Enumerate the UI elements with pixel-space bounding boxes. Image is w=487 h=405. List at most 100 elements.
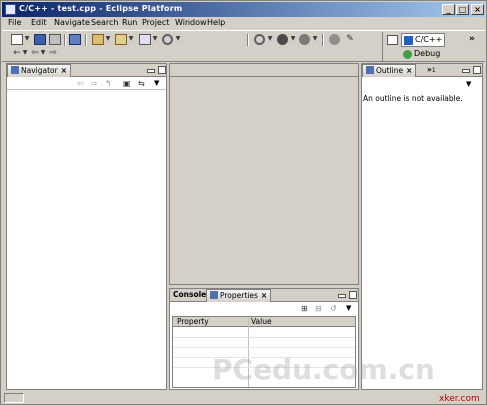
- close-icon[interactable]: ×: [61, 66, 67, 75]
- chevron-down-icon[interactable]: ▼: [24, 34, 30, 44]
- cpp-project-icon[interactable]: [92, 34, 104, 45]
- menu-search[interactable]: Search: [91, 18, 118, 27]
- chevron-down-icon[interactable]: ▼: [312, 34, 318, 44]
- menu-project[interactable]: Project: [142, 18, 169, 27]
- minimize-view-icon[interactable]: [147, 69, 155, 73]
- folder-icon[interactable]: [115, 34, 127, 45]
- close-icon[interactable]: ×: [406, 66, 412, 75]
- outline-tab-label: Outline: [376, 66, 404, 75]
- column-header-property[interactable]: Property: [177, 317, 209, 327]
- collapse-all-icon[interactable]: ▣: [123, 79, 131, 88]
- tab-properties[interactable]: Properties ×: [206, 289, 272, 302]
- outline-icon: [366, 66, 374, 74]
- perspective-cpp-label: C/C++: [415, 35, 443, 44]
- tab-outline[interactable]: Outline ×: [362, 64, 417, 77]
- menu-window[interactable]: Window: [175, 18, 207, 27]
- maximize-button[interactable]: □: [456, 4, 469, 15]
- editor-area: [169, 63, 359, 285]
- minimize-view-icon[interactable]: [462, 69, 470, 73]
- chevron-down-icon[interactable]: ▼: [128, 34, 134, 44]
- run-icon[interactable]: [277, 34, 288, 45]
- navigator-toolbar: ⇦ ⇨ ↰ ▣ ⇆ ▼: [7, 77, 166, 90]
- restore-default-icon[interactable]: ↺: [330, 304, 337, 313]
- save-icon[interactable]: [34, 34, 46, 45]
- table-row: [173, 337, 355, 338]
- debug-icon[interactable]: [254, 34, 265, 45]
- tab-console[interactable]: Console: [170, 289, 209, 302]
- refresh-icon[interactable]: [162, 34, 173, 45]
- menu-file[interactable]: File: [8, 18, 21, 27]
- categories-icon[interactable]: ⊞: [301, 304, 308, 313]
- outline-view: Outline × »1 ▼ An outline is not availabl…: [361, 63, 483, 390]
- menu-edit[interactable]: Edit: [31, 18, 47, 27]
- minimize-button[interactable]: _: [442, 4, 455, 15]
- external-tools-icon[interactable]: [299, 34, 310, 45]
- link-editor-icon[interactable]: ⇆: [138, 79, 145, 88]
- eclipse-window: C/C++ - test.cpp - Eclipse Platform _ □ …: [0, 0, 487, 405]
- close-icon[interactable]: ×: [261, 291, 267, 300]
- editor-header: [170, 64, 358, 77]
- view-menu-icon[interactable]: ▼: [346, 304, 351, 312]
- chevron-down-icon[interactable]: ▼: [290, 34, 296, 44]
- status-line: [26, 393, 481, 403]
- maximize-view-icon[interactable]: [349, 291, 357, 299]
- open-type-icon[interactable]: ✎: [344, 34, 356, 45]
- build-icon[interactable]: [139, 34, 151, 45]
- maximize-view-icon[interactable]: [473, 66, 481, 74]
- up-icon[interactable]: ↰: [105, 79, 112, 88]
- status-bar: [2, 392, 485, 404]
- open-perspective-icon[interactable]: [387, 35, 398, 45]
- properties-toolbar: ⊞ ⊟ ↺ ▼: [170, 302, 358, 316]
- navigator-icon: [11, 66, 19, 74]
- outline-message: An outline is not available.: [363, 94, 463, 103]
- chevron-down-icon[interactable]: ▼: [267, 34, 273, 44]
- perspective-cpp[interactable]: C/C++: [401, 33, 445, 47]
- forward-icon[interactable]: ⇨: [91, 79, 98, 88]
- chevron-down-icon[interactable]: ▼: [152, 34, 158, 44]
- view-menu-icon[interactable]: ▼: [466, 80, 471, 88]
- save-all-icon[interactable]: [69, 34, 81, 45]
- hidden-views-count: 1: [431, 67, 436, 74]
- properties-tab-label: Properties: [220, 291, 258, 300]
- navigator-tab-label: Navigator: [21, 66, 58, 75]
- menu-bar: File Edit Navigate Search Run Project Wi…: [2, 17, 485, 30]
- hidden-views-chevron[interactable]: »1: [424, 64, 439, 77]
- chevron-down-icon[interactable]: ▼: [105, 34, 111, 44]
- view-menu-icon[interactable]: ▼: [154, 79, 159, 87]
- column-header-value[interactable]: Value: [251, 317, 272, 327]
- maximize-view-icon[interactable]: [158, 66, 166, 74]
- tab-navigator[interactable]: Navigator ×: [7, 64, 71, 77]
- site-watermark: xker.com: [439, 394, 480, 404]
- title-bar: C/C++ - test.cpp - Eclipse Platform _ □ …: [2, 2, 485, 17]
- table-row: [173, 347, 355, 348]
- toolbar-separator: [322, 34, 324, 46]
- eclipse-icon: [5, 4, 16, 15]
- menu-navigate[interactable]: Navigate: [54, 18, 90, 27]
- navigator-header: Navigator ×: [7, 64, 166, 77]
- chevron-down-icon[interactable]: ▼: [175, 34, 181, 44]
- search-icon[interactable]: [329, 34, 340, 45]
- window-title: C/C++ - test.cpp - Eclipse Platform: [19, 4, 183, 13]
- chevron-down-icon[interactable]: ▼: [22, 48, 28, 58]
- watermark-text: PCedu.com.cn: [212, 353, 435, 386]
- menu-run[interactable]: Run: [122, 18, 137, 27]
- chevron-down-icon[interactable]: ▼: [40, 48, 46, 58]
- toolbar-separator: [64, 34, 66, 46]
- advanced-icon[interactable]: ⊟: [315, 304, 322, 313]
- back-icon[interactable]: ⇦: [77, 79, 84, 88]
- more-perspectives-icon[interactable]: »: [469, 34, 475, 44]
- perspective-debug[interactable]: Debug: [401, 48, 451, 60]
- toolbar-separator: [85, 34, 87, 46]
- print-icon[interactable]: [49, 34, 61, 45]
- last-edit-icon[interactable]: ⇨: [47, 48, 59, 59]
- fast-view-bar[interactable]: [4, 393, 24, 403]
- minimize-view-icon[interactable]: [338, 294, 346, 298]
- table-header: Property Value: [173, 317, 355, 327]
- bottom-header: Console Properties ×: [170, 289, 358, 302]
- close-button[interactable]: ×: [471, 4, 484, 15]
- main-toolbar: ▼ ▼ ▼ ▼ ▼ ▼ ▼ ▼ ✎ ← ▼ ⇦ ▼ ⇨ C/C++ Debug …: [2, 30, 485, 62]
- menu-help[interactable]: Help: [207, 18, 225, 27]
- new-icon[interactable]: [11, 34, 23, 45]
- properties-icon: [210, 291, 218, 299]
- toolbar-separator: [247, 34, 249, 46]
